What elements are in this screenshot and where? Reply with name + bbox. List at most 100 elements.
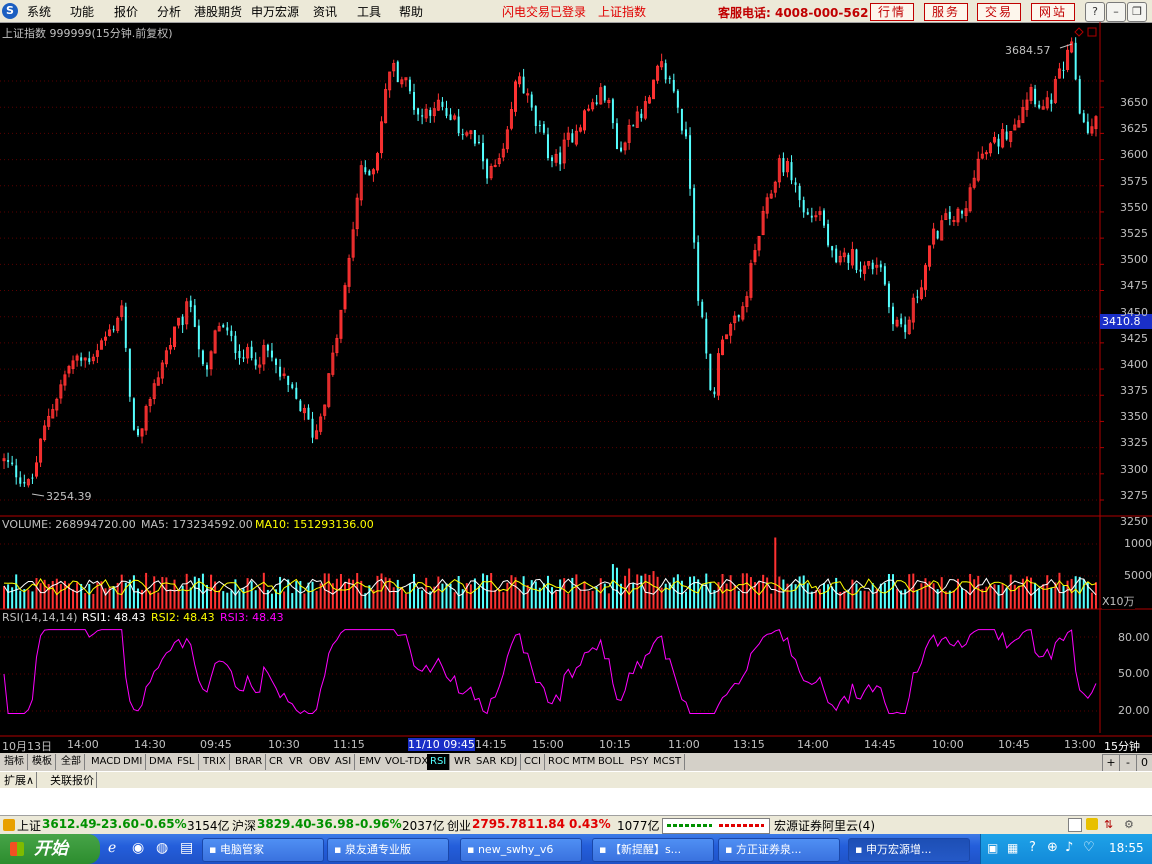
- candle-body-down: [254, 359, 257, 366]
- candle-body-down: [250, 346, 253, 359]
- menu-tools[interactable]: 工具: [357, 3, 381, 20]
- volume-bar: [453, 592, 456, 609]
- window-icon[interactable]: [1068, 818, 1082, 832]
- indicator-tab-cr[interactable]: CR: [266, 754, 287, 770]
- task-quanyoutong[interactable]: ▪ 泉友通专业版: [327, 838, 449, 862]
- indicator-tab-dmi[interactable]: DMI: [120, 754, 147, 770]
- help-icon[interactable]: ?: [1085, 2, 1105, 22]
- indicator-tab-mcst[interactable]: MCST: [650, 754, 686, 770]
- indicator-tab-asi[interactable]: ASI: [332, 754, 356, 770]
- start-button[interactable]: 开始: [0, 834, 100, 864]
- task-fangzheng[interactable]: ▪ 方正证券泉...: [718, 838, 840, 862]
- indicator-tab-rsi[interactable]: RSI: [427, 754, 451, 770]
- menu-system[interactable]: 系统: [27, 3, 51, 20]
- volume-bar: [871, 583, 874, 609]
- tray-volume-icon[interactable]: ♪: [1065, 840, 1073, 855]
- task-app-icon: ▪: [334, 843, 345, 856]
- volume-bar: [766, 577, 769, 609]
- tray-monitor-icon[interactable]: ▣: [987, 841, 998, 855]
- cy-index-name[interactable]: 创业: [447, 817, 471, 834]
- media-icon[interactable]: ◍: [156, 840, 168, 856]
- lock-icon[interactable]: [3, 819, 15, 831]
- clock[interactable]: 18:55: [1109, 841, 1144, 855]
- server-name[interactable]: 宏源证券阿里云(4): [774, 817, 875, 834]
- volume-bar: [39, 583, 42, 609]
- candle-body-down: [275, 359, 277, 365]
- indicator-tab-cci[interactable]: CCI: [521, 754, 545, 770]
- service-button[interactable]: 服务: [924, 3, 968, 21]
- indicator-tab-模板[interactable]: 模板: [29, 754, 56, 770]
- indicator-tab-dma[interactable]: DMA: [146, 754, 177, 770]
- task-swhy-folder[interactable]: ▪ new_swhy_v6: [460, 838, 582, 862]
- browser-icon[interactable]: ◉: [132, 840, 144, 856]
- indicator-tab-psy[interactable]: PSY: [627, 754, 653, 770]
- related-quotes-tab[interactable]: 关联报价: [48, 772, 97, 788]
- volume-bar: [749, 577, 752, 609]
- price-tick-label: 3350: [1120, 410, 1148, 424]
- volume-bar: [258, 587, 261, 609]
- volume-bar: [473, 578, 476, 609]
- cy-index-value: 2795.78: [472, 817, 527, 831]
- tray-network-icon[interactable]: ⊕: [1047, 840, 1058, 855]
- reset-button[interactable]: 0: [1136, 754, 1152, 772]
- sh-index-name[interactable]: 上证: [17, 817, 41, 834]
- time-axis-label: 14:30: [134, 738, 166, 751]
- indicator-tab-fsl[interactable]: FSL: [174, 754, 199, 770]
- menu-function[interactable]: 功能: [70, 3, 94, 20]
- minimize-icon[interactable]: –: [1106, 2, 1126, 22]
- candle-body-down: [709, 353, 712, 390]
- notice-icon[interactable]: [1086, 818, 1098, 830]
- indicator-tab-全部[interactable]: 全部: [58, 754, 85, 770]
- candle-body-down: [664, 63, 667, 80]
- indicator-tab-obv[interactable]: OBV: [306, 754, 335, 770]
- volume-bar: [1042, 584, 1045, 609]
- app-logo-icon[interactable]: S: [2, 3, 18, 19]
- website-button[interactable]: 网站: [1031, 3, 1075, 21]
- hs-index-amount: 2037亿: [402, 819, 445, 833]
- zoom-out-button[interactable]: -: [1119, 754, 1137, 772]
- volume-bar: [1038, 588, 1041, 609]
- indicator-tab-指标[interactable]: 指标: [1, 754, 28, 770]
- volume-bar: [161, 576, 164, 609]
- menu-swhy[interactable]: 申万宏源: [251, 3, 299, 20]
- indicator-tab-kdj[interactable]: KDJ: [497, 754, 522, 770]
- volume-bar: [762, 574, 765, 609]
- restore-icon[interactable]: ❐: [1127, 2, 1147, 22]
- desktop-icon[interactable]: ▤: [180, 840, 193, 856]
- ie-icon[interactable]: ℯ: [108, 840, 116, 856]
- volume-bar: [506, 582, 509, 609]
- menu-help[interactable]: 帮助: [399, 3, 423, 20]
- menu-news[interactable]: 资讯: [313, 3, 337, 20]
- indicator-tab-vr[interactable]: VR: [286, 754, 307, 770]
- menu-quote[interactable]: 报价: [114, 3, 138, 20]
- zoom-in-button[interactable]: +: [1102, 754, 1120, 772]
- indicator-tab-brar[interactable]: BRAR: [232, 754, 267, 770]
- menu-hk-futures[interactable]: 港股期货: [194, 3, 242, 20]
- tray-shield-icon[interactable]: ♡: [1083, 840, 1095, 855]
- indicator-tab-wr[interactable]: WR: [451, 754, 475, 770]
- settings-icon[interactable]: ⚙: [1124, 818, 1134, 831]
- sh-index-value: 3612.49: [42, 817, 97, 831]
- indicator-tab-emv[interactable]: EMV: [356, 754, 385, 770]
- period-label[interactable]: 15分钟: [1104, 738, 1140, 754]
- volume-bar: [193, 576, 196, 609]
- candle-body-down: [429, 110, 432, 116]
- task-pc-manager[interactable]: ▪ 电脑管家: [202, 838, 324, 862]
- quotes-button[interactable]: 行情: [870, 3, 914, 21]
- task-swhy-app[interactable]: ▪ 申万宏源增...: [848, 838, 970, 862]
- task-new-alert[interactable]: ▪ 【新提醒】s...: [592, 838, 714, 862]
- volume-label: VOLUME: 268994720.00: [2, 518, 136, 531]
- menu-analysis[interactable]: 分析: [157, 3, 181, 20]
- hs-index-name[interactable]: 沪深: [232, 817, 256, 834]
- indicator-tab-boll[interactable]: BOLL: [595, 754, 628, 770]
- extension-toggle[interactable]: 扩展∧: [2, 772, 38, 788]
- close-icon[interactable]: [1148, 2, 1150, 20]
- tray-help-icon[interactable]: ?: [1029, 840, 1036, 855]
- candle-body-down: [132, 398, 135, 430]
- tray-keyboard-icon[interactable]: ▦: [1007, 841, 1018, 855]
- volume-bar: [652, 571, 655, 609]
- indicator-tab-vol-tdx[interactable]: VOL-TDX: [382, 754, 433, 770]
- chart-area[interactable]: [0, 22, 1152, 753]
- indicator-tab-trix[interactable]: TRIX: [200, 754, 230, 770]
- trade-button[interactable]: 交易: [977, 3, 1021, 21]
